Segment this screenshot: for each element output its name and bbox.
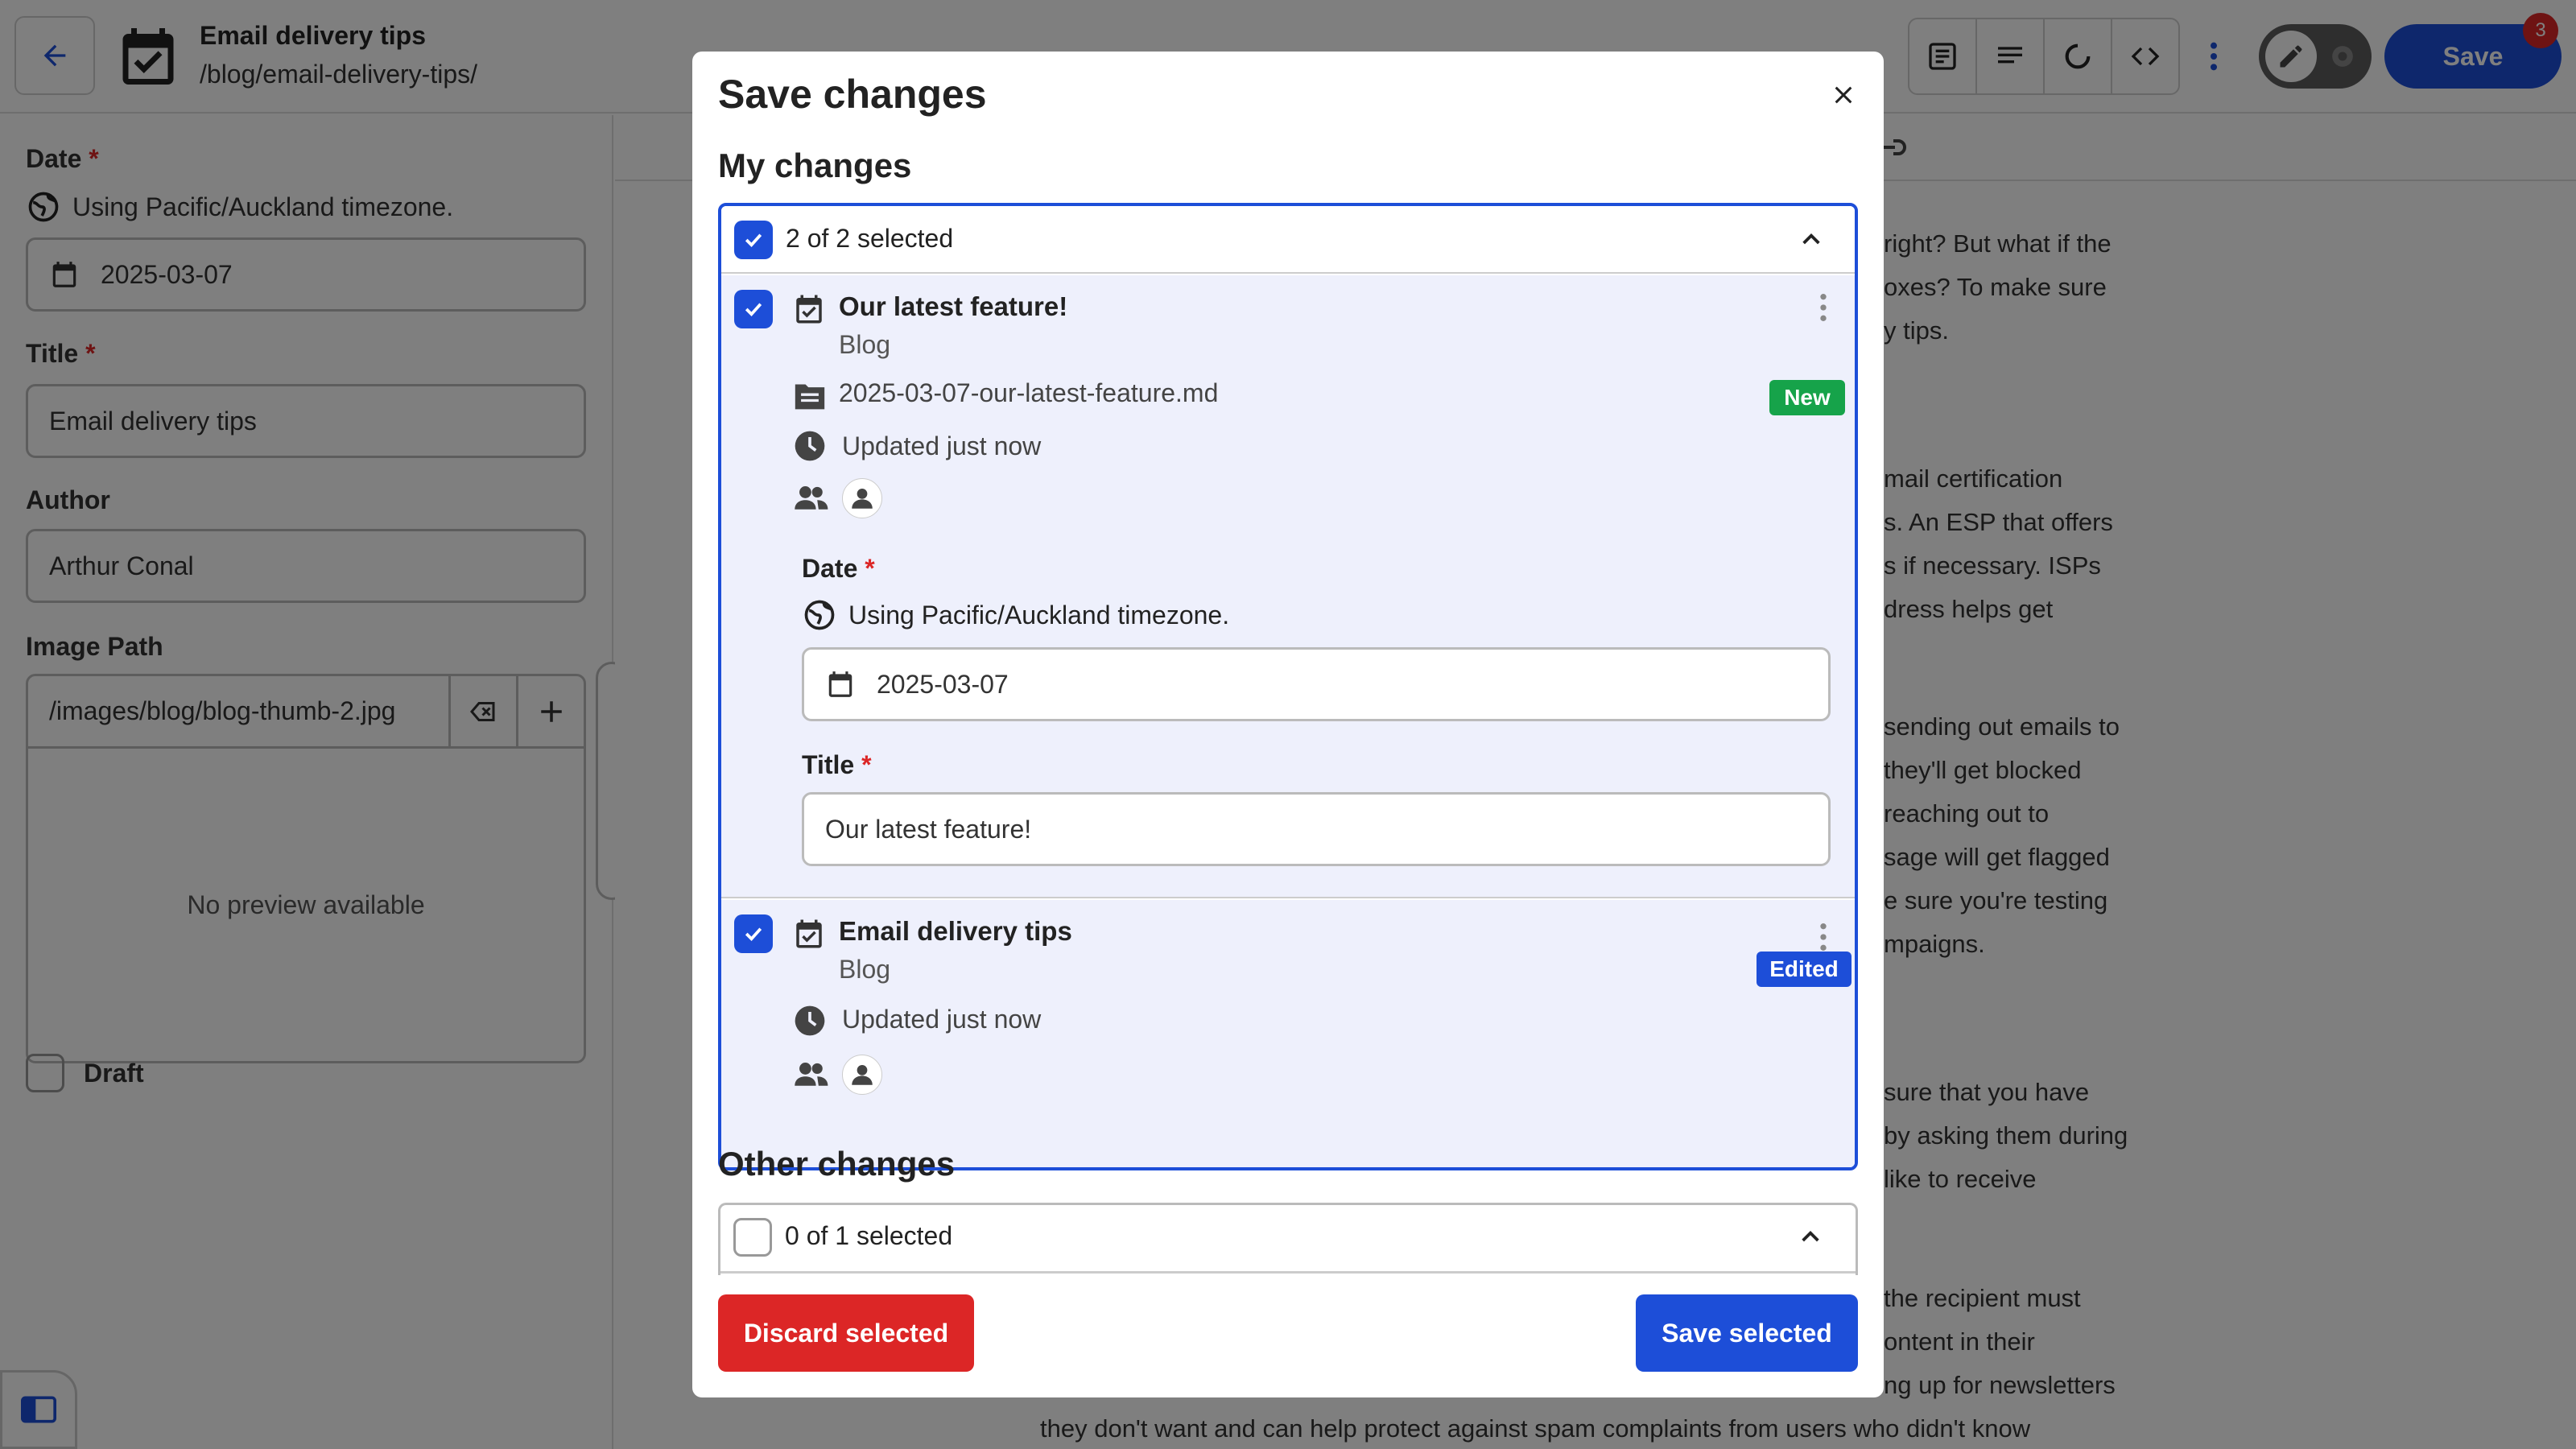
item-collection: Blog (839, 330, 891, 359)
other-changes-group[interactable]: 0 of 1 selected (718, 1203, 1858, 1280)
item-checkbox[interactable] (734, 914, 773, 953)
change-item: Our latest feature! Blog 2025-03-07-our-… (721, 275, 1855, 898)
my-changes-heading: My changes (718, 147, 912, 184)
calendar-check-icon (792, 291, 826, 327)
item-more-button[interactable] (1819, 921, 1827, 953)
chevron-up-icon[interactable] (1798, 1224, 1823, 1250)
chevron-up-icon[interactable] (1798, 227, 1824, 253)
my-changes-header[interactable]: 2 of 2 selected (721, 206, 1855, 274)
item-title: Our latest feature! (839, 291, 1068, 321)
check-icon (745, 927, 762, 941)
check-icon (745, 233, 762, 247)
clock-icon (792, 1003, 828, 1038)
item-collection: Blog (839, 955, 891, 984)
file-icon (792, 380, 828, 412)
other-selection-count: 0 of 1 selected (785, 1221, 953, 1250)
item-checkbox[interactable] (734, 290, 773, 328)
item-title: Email delivery tips (839, 916, 1072, 946)
inline-timezone-note: Using Pacific/Auckland timezone. (802, 597, 1229, 633)
close-icon (1835, 86, 1852, 104)
item-more-button[interactable] (1819, 291, 1827, 324)
clock-icon (792, 428, 828, 464)
save-changes-dialog: Save changes My changes 2 of 2 selected … (692, 52, 1884, 1397)
inline-date-label: Date * (802, 554, 875, 583)
avatar (842, 1055, 882, 1095)
inline-title-label: Title * (802, 750, 872, 779)
avatar (842, 478, 882, 518)
discard-selected-button[interactable]: Discard selected (718, 1294, 974, 1372)
my-changes-group: 2 of 2 selected Our latest feature! Blog… (718, 203, 1858, 1170)
item-updated: Updated just now (842, 431, 1042, 460)
inline-title-field[interactable]: Our latest feature! (802, 792, 1831, 866)
other-changes-heading: Other changes (718, 1145, 956, 1183)
item-updated: Updated just now (842, 1005, 1042, 1034)
edited-badge: Edited (1757, 952, 1852, 987)
close-button[interactable] (1819, 71, 1868, 119)
select-all-other-checkbox[interactable] (733, 1218, 772, 1257)
calendar-icon (828, 671, 852, 697)
change-item: Email delivery tips Blog Edited Updated … (721, 900, 1855, 1167)
inline-date-field[interactable]: 2025-03-07 (802, 647, 1831, 721)
people-icon (792, 1058, 829, 1090)
dialog-title: Save changes (718, 72, 987, 117)
globe-icon (804, 600, 835, 630)
kebab-icon (1820, 923, 1827, 951)
new-badge: New (1769, 380, 1845, 415)
kebab-icon (1820, 294, 1827, 321)
selection-count: 2 of 2 selected (786, 224, 954, 253)
save-selected-button[interactable]: Save selected (1636, 1294, 1858, 1372)
select-all-checkbox[interactable] (734, 221, 773, 259)
calendar-check-icon (792, 916, 826, 952)
check-icon (745, 303, 762, 316)
people-icon (792, 481, 829, 514)
item-filename: 2025-03-07-our-latest-feature.md (839, 378, 1219, 407)
